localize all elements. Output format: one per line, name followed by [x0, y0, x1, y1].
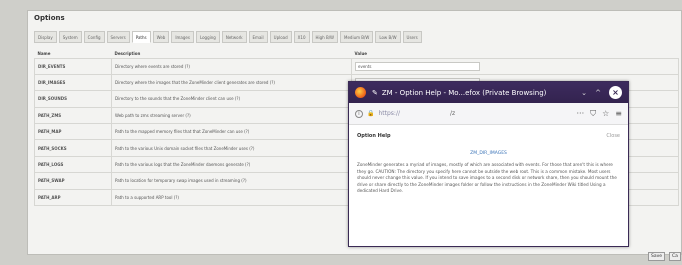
option-description: Directory to the sounds that the ZoneMin… [111, 90, 352, 108]
help-content: Option Help Close ZM_DIR_IMAGES ZoneMind… [349, 125, 628, 203]
tab-paths[interactable]: Paths [131, 31, 151, 43]
table-row: DIR_EVENTS Directory where events are st… [34, 57, 679, 75]
info-icon[interactable]: i [355, 109, 363, 118]
option-name: PATH_SOCKS [34, 139, 112, 157]
option-help-window: ✎ ZM - Option Help - Mo...efox (Private … [348, 81, 629, 247]
tab-email[interactable]: Email [248, 31, 268, 43]
page-title: Options [34, 14, 65, 22]
option-description: Path to location for temporary swap imag… [111, 172, 352, 190]
tab-logging[interactable]: Logging [195, 31, 220, 43]
tab-high-bw[interactable]: High B/W [311, 31, 339, 43]
close-icon[interactable]: × [609, 86, 622, 99]
option-name: PATH_LOGS [34, 155, 112, 174]
lock-icon: 🔒 [367, 110, 375, 117]
private-browsing-icon: ✎ [372, 88, 378, 97]
option-description: Web path to zms streaming server (?) [111, 106, 352, 125]
column-header-value: Value [354, 50, 368, 56]
tab-config[interactable]: Config [83, 31, 105, 43]
option-description: Path to the various logs that the ZoneMi… [111, 155, 352, 174]
option-value-input[interactable]: events [355, 61, 480, 71]
help-text: ZoneMinder generates a myriad of images,… [357, 162, 617, 193]
column-header-description: Description [114, 50, 141, 56]
close-link[interactable]: Close [606, 133, 620, 139]
option-name-heading: ZM_DIR_IMAGES [470, 151, 507, 156]
tab-upload[interactable]: Upload [269, 31, 292, 43]
star-icon[interactable]: ☆ [602, 109, 609, 118]
tab-images[interactable]: Images [171, 31, 194, 43]
more-icon[interactable]: ··· [576, 109, 584, 118]
chevron-down-icon[interactable]: ⌄ [577, 89, 591, 97]
firefox-logo-icon [355, 87, 366, 98]
option-description: Directory where events are stored (?) [111, 57, 352, 75]
option-description: Path to the mapped memory files that tha… [111, 123, 352, 141]
url-field[interactable]: i 🔒 https:// /z [355, 107, 570, 121]
tab-network[interactable]: Network [221, 31, 247, 43]
option-name: PATH_ARP [34, 188, 112, 207]
tab-users[interactable]: Users [402, 31, 422, 43]
shield-icon[interactable]: ⛉ [590, 109, 596, 119]
option-name: PATH_SWAP [34, 172, 112, 190]
tab-low-bw[interactable]: Low B/W [375, 31, 401, 43]
url-text: https:// [378, 110, 400, 117]
cancel-button[interactable]: Ca [669, 252, 681, 261]
option-name: DIR_IMAGES [34, 73, 112, 92]
menu-icon[interactable]: ≡ [615, 109, 622, 118]
window-titlebar[interactable]: ✎ ZM - Option Help - Mo...efox (Private … [349, 82, 628, 103]
save-button[interactable]: Save [648, 252, 666, 261]
option-description: Directory where the images that the Zone… [111, 73, 352, 92]
tab-display[interactable]: Display [34, 31, 57, 43]
help-heading: Option Help [357, 133, 391, 139]
option-name: PATH_MAP [34, 123, 112, 141]
window-title: ZM - Option Help - Mo...efox (Private Br… [381, 88, 547, 97]
option-name: DIR_EVENTS [34, 57, 112, 75]
tab-servers[interactable]: Servers [106, 31, 130, 43]
option-name: PATH_ZMS [34, 106, 112, 125]
option-description: Path to a supported ARP tool (?) [111, 188, 352, 207]
tab-web[interactable]: Web [152, 31, 170, 43]
column-header-name: Name [37, 50, 51, 56]
chevron-up-icon[interactable]: ^ [591, 89, 605, 97]
option-name: DIR_SOUNDS [34, 90, 112, 108]
option-description: Path to the various Unix domain socket f… [111, 139, 352, 157]
tab-medium-bw[interactable]: Medium B/W [340, 31, 374, 43]
tab-x10[interactable]: X10 [293, 31, 310, 43]
url-path: /z [450, 110, 456, 117]
url-bar: i 🔒 https:// /z ··· ⛉ ☆ ≡ [349, 103, 628, 125]
options-tabs: Display System Config Servers Paths Web … [34, 31, 422, 43]
tab-system[interactable]: System [58, 31, 82, 43]
